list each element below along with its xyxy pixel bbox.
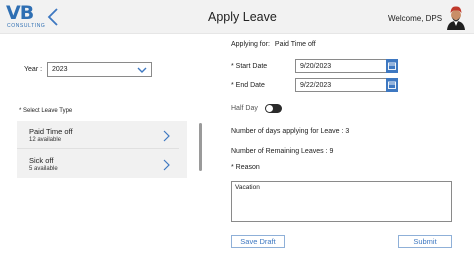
calendar-icon (388, 81, 396, 89)
chevron-right-icon (162, 158, 170, 171)
year-value: 2023 (52, 66, 68, 73)
leave-type-available: 5 available (29, 166, 58, 172)
end-date-value: 9/22/2023 (300, 82, 332, 89)
toggle-knob (266, 105, 273, 112)
reason-textarea[interactable]: Vacation (231, 181, 452, 222)
submit-button[interactable]: Submit (398, 235, 452, 248)
welcome-text: Welcome, DPS (388, 14, 443, 23)
start-date-calendar-button[interactable] (386, 59, 398, 73)
logo-text: VB (6, 2, 34, 24)
end-date-calendar-button[interactable] (386, 78, 398, 92)
save-draft-button[interactable]: Save Draft (231, 235, 285, 248)
end-date-input[interactable]: 9/22/2023 (295, 78, 387, 92)
leave-type-list: Paid Time off 12 available Sick off 5 av… (17, 121, 202, 178)
applying-for-label: Applying for: (231, 41, 270, 48)
company-logo: VB CONSULTING (6, 3, 46, 31)
list-item[interactable]: Paid Time off 12 available (17, 121, 179, 149)
app-header: VB CONSULTING Apply Leave Welcome, DPS (0, 0, 474, 34)
year-dropdown[interactable]: 2023 (47, 62, 152, 77)
calendar-icon (388, 62, 396, 70)
end-date-label: * End Date (231, 82, 265, 89)
chevron-right-icon (162, 129, 170, 142)
chevron-down-icon (137, 66, 147, 74)
start-date-value: 9/20/2023 (300, 63, 332, 70)
leave-type-name: Sick off (29, 156, 54, 165)
leave-type-available: 12 available (29, 137, 62, 143)
page-title: Apply Leave (208, 10, 277, 24)
applying-for-value: Paid Time off (274, 41, 316, 48)
logo-subtext: CONSULTING (7, 23, 46, 29)
leave-type-label: * Select Leave Type (19, 108, 73, 114)
leave-type-name: Paid Time off (29, 127, 73, 136)
user-avatar[interactable] (444, 4, 468, 30)
start-date-label: * Start Date (231, 63, 268, 70)
back-chevron-icon[interactable] (46, 7, 60, 27)
reason-label: * Reason (231, 164, 260, 171)
half-day-toggle[interactable] (265, 104, 282, 113)
applying-for-row: Applying for: Paid Time off (231, 41, 316, 48)
list-scrollbar[interactable] (199, 123, 202, 171)
half-day-label: Half Day (231, 105, 258, 112)
days-applying-text: Number of days applying for Leave : 3 (231, 128, 350, 135)
year-label: Year : (24, 66, 43, 73)
remaining-leaves-text: Number of Remaining Leaves : 9 (231, 148, 334, 155)
list-item[interactable]: Sick off 5 available (17, 150, 179, 178)
start-date-input[interactable]: 9/20/2023 (295, 59, 387, 73)
